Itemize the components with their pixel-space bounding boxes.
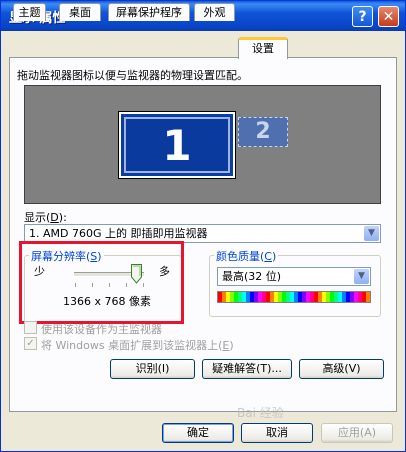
color-quality-select[interactable]: 最高(32 位) ▼	[217, 267, 371, 286]
monitor-2-icon[interactable]: 2	[238, 117, 288, 147]
color-spectrum-bar	[217, 291, 371, 303]
ok-button[interactable]: 确定	[162, 423, 234, 443]
tab-theme[interactable]: 主题	[13, 3, 46, 21]
extend-desktop-label: 将 Windows 桌面扩展到该监视器上(E)	[41, 339, 234, 352]
cancel-button[interactable]: 取消	[241, 423, 313, 443]
chevron-down-icon[interactable]: ▼	[354, 269, 369, 284]
tab-desktop[interactable]: 桌面	[59, 3, 101, 21]
display-properties-window: 显示 属性 ? ✕ 主题 桌面 屏幕保护程序 外观 设置 拖动监视器图标以便与监…	[0, 0, 406, 452]
display-select-value: 1. AMD 760G 上的 即插即用监视器	[29, 227, 208, 240]
advanced-button[interactable]: 高级(V)	[299, 359, 384, 379]
display-label: 显示(D):	[24, 211, 67, 224]
highlight-box	[19, 241, 184, 324]
close-button[interactable]: ✕	[378, 6, 399, 27]
troubleshoot-button[interactable]: 疑难解答(T)...	[202, 359, 292, 379]
monitor-2-number: 2	[255, 119, 271, 144]
primary-monitor-checkbox[interactable]	[24, 321, 37, 334]
watermark: Bai 经验	[237, 406, 284, 420]
color-quality-select-value: 最高(32 位)	[222, 270, 282, 283]
description-text: 拖动监视器图标以便与监视器的物理设置匹配。	[17, 69, 248, 82]
tab-screensaver[interactable]: 屏幕保护程序	[108, 3, 190, 21]
help-button[interactable]: ?	[352, 6, 373, 27]
monitor-1-number: 1	[162, 121, 192, 170]
color-quality-group-title: 颜色质量(C)	[214, 248, 279, 264]
color-quality-group	[209, 255, 381, 317]
primary-monitor-label: 使用该设备作为主监视器	[41, 323, 162, 336]
chevron-down-icon[interactable]: ▼	[364, 226, 379, 241]
apply-button[interactable]: 应用(A)	[321, 423, 393, 443]
monitor-1-icon[interactable]: 1	[118, 111, 236, 179]
extend-desktop-checkbox[interactable]: ✓	[24, 337, 37, 350]
tab-appearance[interactable]: 外观	[194, 3, 235, 21]
identify-button[interactable]: 识别(I)	[110, 359, 195, 379]
tab-settings[interactable]: 设置	[238, 37, 288, 59]
